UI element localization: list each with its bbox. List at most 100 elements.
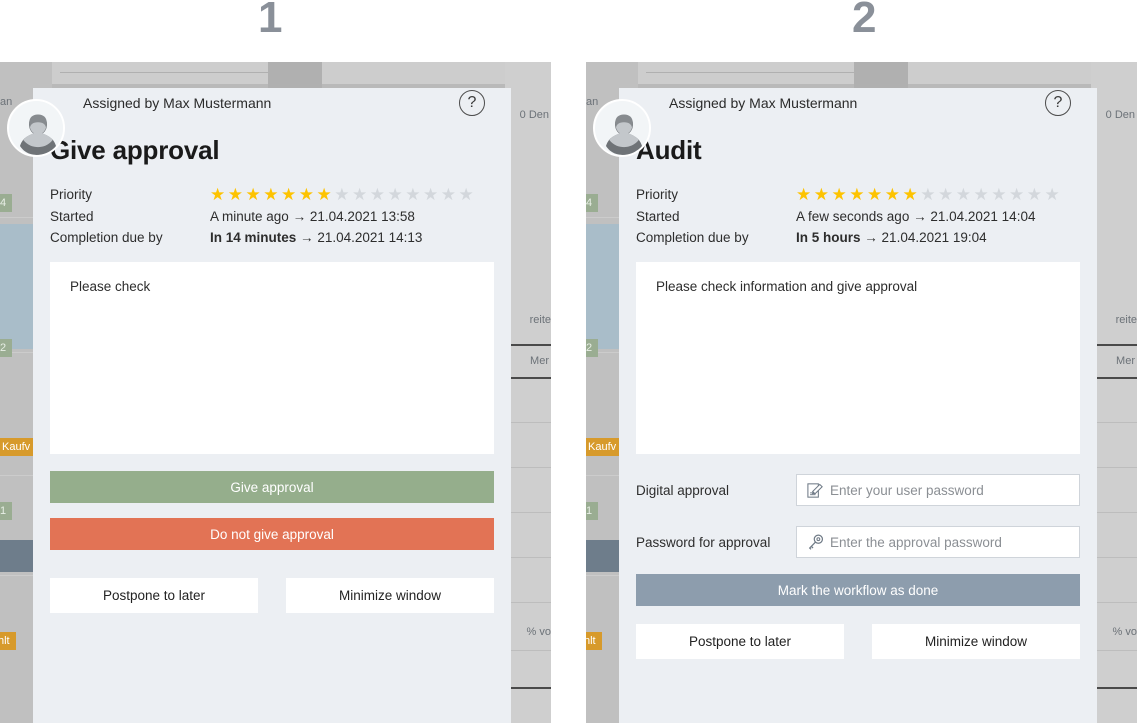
started-absolute: 21.04.2021 14:04 xyxy=(930,209,1036,224)
arrow-icon: → xyxy=(864,230,878,245)
assigned-by-tab: Assigned by Max Mustermann xyxy=(619,88,872,118)
due-absolute: 21.04.2021 19:04 xyxy=(881,230,987,245)
star-12-icon[interactable]: ★ xyxy=(405,185,423,204)
meta-row-priority: Priority ★★★★★★★★★★★★★★★ xyxy=(636,183,1080,206)
background-text-reite: reite xyxy=(1115,314,1137,326)
star-10-icon[interactable]: ★ xyxy=(370,185,388,204)
signature-icon xyxy=(805,480,825,500)
digital-approval-input-wrap[interactable] xyxy=(796,474,1080,506)
star-5-icon[interactable]: ★ xyxy=(867,185,885,204)
star-5-icon[interactable]: ★ xyxy=(281,185,299,204)
meta-label-due: Completion due by xyxy=(50,230,163,245)
meta-value-priority: ★★★★★★★★★★★★★★★ xyxy=(210,183,494,206)
minimize-button[interactable]: Minimize window xyxy=(286,578,494,613)
page-title: Audit xyxy=(636,135,702,165)
star-13-icon[interactable]: ★ xyxy=(1009,185,1027,204)
minimize-button[interactable]: Minimize window xyxy=(872,624,1080,659)
assigned-by-label: Assigned by Max Mustermann xyxy=(669,95,858,111)
background-right-line xyxy=(505,467,551,468)
star-14-icon[interactable]: ★ xyxy=(441,185,459,204)
star-13-icon[interactable]: ★ xyxy=(423,185,441,204)
task-description: Please check information and give approv… xyxy=(636,262,1080,454)
star-12-icon[interactable]: ★ xyxy=(991,185,1009,204)
star-3-icon[interactable]: ★ xyxy=(246,185,264,204)
star-3-icon[interactable]: ★ xyxy=(832,185,850,204)
background-chip-kauf: Kaufv xyxy=(586,438,623,456)
background-text-reite: reite xyxy=(529,314,551,326)
background-right-line xyxy=(505,512,551,513)
star-6-icon[interactable]: ★ xyxy=(299,185,317,204)
star-11-icon[interactable]: ★ xyxy=(974,185,992,204)
meta-value-due: In 14 minutes → 21.04.2021 14:13 xyxy=(210,227,494,248)
star-15-icon[interactable]: ★ xyxy=(459,185,477,204)
user-password-input[interactable] xyxy=(830,482,1071,498)
background-right-line xyxy=(505,602,551,603)
task-dialog-audit: Assigned by Max Mustermann ? Audit Prior… xyxy=(593,88,1097,723)
background-right-rule xyxy=(505,687,551,689)
background-chip-4: 4 xyxy=(586,194,599,212)
give-approval-button[interactable]: Give approval xyxy=(50,471,494,503)
postpone-button[interactable]: Postpone to later xyxy=(50,578,258,613)
background-text-den: 0 Den xyxy=(1105,109,1135,121)
postpone-button[interactable]: Postpone to later xyxy=(636,624,844,659)
star-11-icon[interactable]: ★ xyxy=(388,185,406,204)
started-relative: A minute ago xyxy=(210,209,289,224)
dialog-body: Audit Priority ★★★★★★★★★★★★★★★ Started A… xyxy=(619,118,1097,659)
deny-approval-button[interactable]: Do not give approval xyxy=(50,518,494,550)
background-chip-1: 1 xyxy=(0,502,13,520)
meta-value-started: A minute ago → 21.04.2021 13:58 xyxy=(210,206,494,227)
priority-stars[interactable]: ★★★★★★★★★★★★★★★ xyxy=(210,185,476,204)
password-approval-input-wrap[interactable] xyxy=(796,526,1080,558)
started-absolute: 21.04.2021 13:58 xyxy=(309,209,415,224)
star-7-icon[interactable]: ★ xyxy=(903,185,921,204)
started-relative: A few seconds ago xyxy=(796,209,910,224)
star-9-icon[interactable]: ★ xyxy=(938,185,956,204)
background-chip-1: 1 xyxy=(586,502,599,520)
star-14-icon[interactable]: ★ xyxy=(1027,185,1045,204)
background-topbar-divider xyxy=(646,72,871,73)
star-1-icon[interactable]: ★ xyxy=(210,185,228,204)
meta-row-started: Started A minute ago → 21.04.2021 13:58 xyxy=(50,206,494,227)
star-4-icon[interactable]: ★ xyxy=(849,185,867,204)
priority-stars[interactable]: ★★★★★★★★★★★★★★★ xyxy=(796,185,1062,204)
task-meta-table: Priority ★★★★★★★★★★★★★★★ Started A few s… xyxy=(636,183,1080,248)
background-topbar-divider xyxy=(60,72,285,73)
star-8-icon[interactable]: ★ xyxy=(334,185,352,204)
star-9-icon[interactable]: ★ xyxy=(352,185,370,204)
star-2-icon[interactable]: ★ xyxy=(814,185,832,204)
background-chip-2: 2 xyxy=(0,339,13,357)
step-number-1: 1 xyxy=(258,0,283,42)
secondary-button-row: Postpone to later Minimize window xyxy=(636,624,1080,659)
star-10-icon[interactable]: ★ xyxy=(956,185,974,204)
meta-row-due: Completion due by In 5 hours → 21.04.202… xyxy=(636,227,1080,248)
due-relative: In 5 hours xyxy=(796,230,861,245)
meta-label-priority: Priority xyxy=(636,187,679,202)
screenshot-panel-1: an 4 2 Kaufv 1 hlt 0 Den reite Mer % vo … xyxy=(0,62,551,723)
star-6-icon[interactable]: ★ xyxy=(885,185,903,204)
star-15-icon[interactable]: ★ xyxy=(1045,185,1063,204)
avatar xyxy=(593,99,651,157)
star-4-icon[interactable]: ★ xyxy=(263,185,281,204)
help-icon[interactable]: ? xyxy=(1045,90,1071,116)
meta-label-due: Completion due by xyxy=(636,230,749,245)
help-icon[interactable]: ? xyxy=(459,90,485,116)
meta-value-due: In 5 hours → 21.04.2021 19:04 xyxy=(796,227,1080,248)
star-2-icon[interactable]: ★ xyxy=(228,185,246,204)
background-text-percent: % vo xyxy=(1112,626,1137,638)
dialog-header: Assigned by Max Mustermann ? xyxy=(619,88,1097,118)
meta-value-started: A few seconds ago → 21.04.2021 14:04 xyxy=(796,206,1080,227)
page-title: Give approval xyxy=(50,135,220,165)
mark-done-button[interactable]: Mark the workflow as done xyxy=(636,574,1080,606)
meta-row-priority: Priority ★★★★★★★★★★★★★★★ xyxy=(50,183,494,206)
arrow-icon: → xyxy=(292,209,307,224)
star-8-icon[interactable]: ★ xyxy=(920,185,938,204)
background-right-line xyxy=(1091,467,1137,468)
approval-password-input[interactable] xyxy=(830,534,1071,550)
background-chip-hlt: hlt xyxy=(0,632,16,650)
meta-row-due: Completion due by In 14 minutes → 21.04.… xyxy=(50,227,494,248)
star-7-icon[interactable]: ★ xyxy=(317,185,335,204)
star-1-icon[interactable]: ★ xyxy=(796,185,814,204)
meta-label-started: Started xyxy=(636,209,680,224)
background-text-den: 0 Den xyxy=(519,109,549,121)
help-pocket: ? xyxy=(1019,88,1097,118)
